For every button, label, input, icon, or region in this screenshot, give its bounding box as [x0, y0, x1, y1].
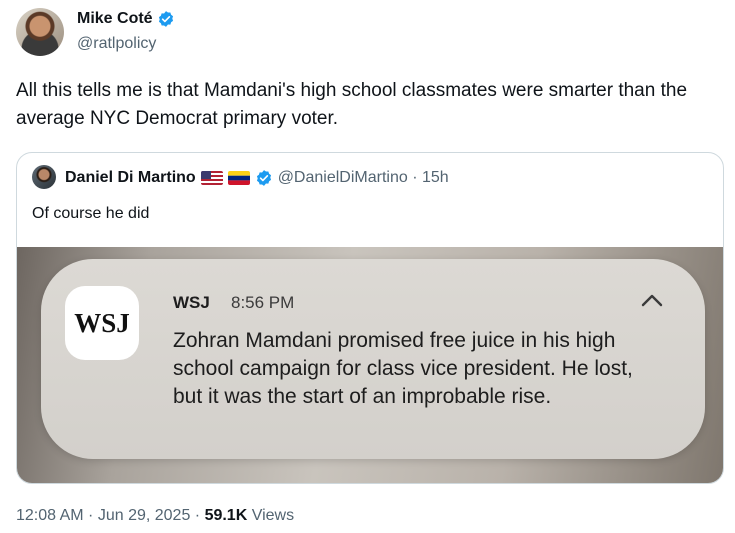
- author-avatar[interactable]: [16, 8, 64, 56]
- us-flag-icon: [200, 171, 223, 185]
- tweet-footer: 12:08 AM · Jun 29, 2025 · 59.1K Views: [16, 507, 294, 525]
- tweet-timestamp[interactable]: 12:08 AM · Jun 29, 2025 ·: [16, 507, 205, 524]
- wsj-app-logo: WSJ: [65, 286, 139, 360]
- author-name-row[interactable]: Mike Coté: [77, 10, 175, 28]
- quoted-author-name[interactable]: Daniel Di Martino: [65, 169, 196, 187]
- verified-badge-icon: [158, 11, 173, 27]
- views-label: Views: [247, 507, 295, 524]
- quoted-tweet-card[interactable]: Daniel Di Martino @DanielDiMartino · 15h…: [16, 152, 724, 484]
- notification-body: Zohran Mamdani promised free juice in hi…: [173, 329, 633, 408]
- quoted-tweet-header: Daniel Di Martino @DanielDiMartino · 15h: [65, 169, 449, 187]
- quoted-handle-time[interactable]: @DanielDiMartino · 15h: [278, 169, 449, 187]
- views-count: 59.1K: [204, 507, 248, 524]
- verified-badge-icon: [256, 170, 271, 186]
- chevron-up-icon: [641, 294, 663, 307]
- notification-source: WSJ: [173, 293, 210, 312]
- quoted-tweet-image[interactable]: WSJ WSJ 8:56 PM Zohran Mamdani promised …: [17, 247, 723, 483]
- tweet-text: All this tells me is that Mamdani's high…: [16, 80, 688, 129]
- quoted-tweet-text: Of course he did: [32, 205, 150, 222]
- author-name[interactable]: Mike Coté: [77, 10, 153, 28]
- author-handle[interactable]: @ratlpolicy: [77, 35, 156, 53]
- venezuela-flag-icon: [227, 171, 250, 185]
- notification-time: 8:56 PM: [231, 293, 295, 312]
- quoted-author-avatar[interactable]: [32, 165, 56, 189]
- wsj-notification: WSJ WSJ 8:56 PM Zohran Mamdani promised …: [41, 259, 705, 459]
